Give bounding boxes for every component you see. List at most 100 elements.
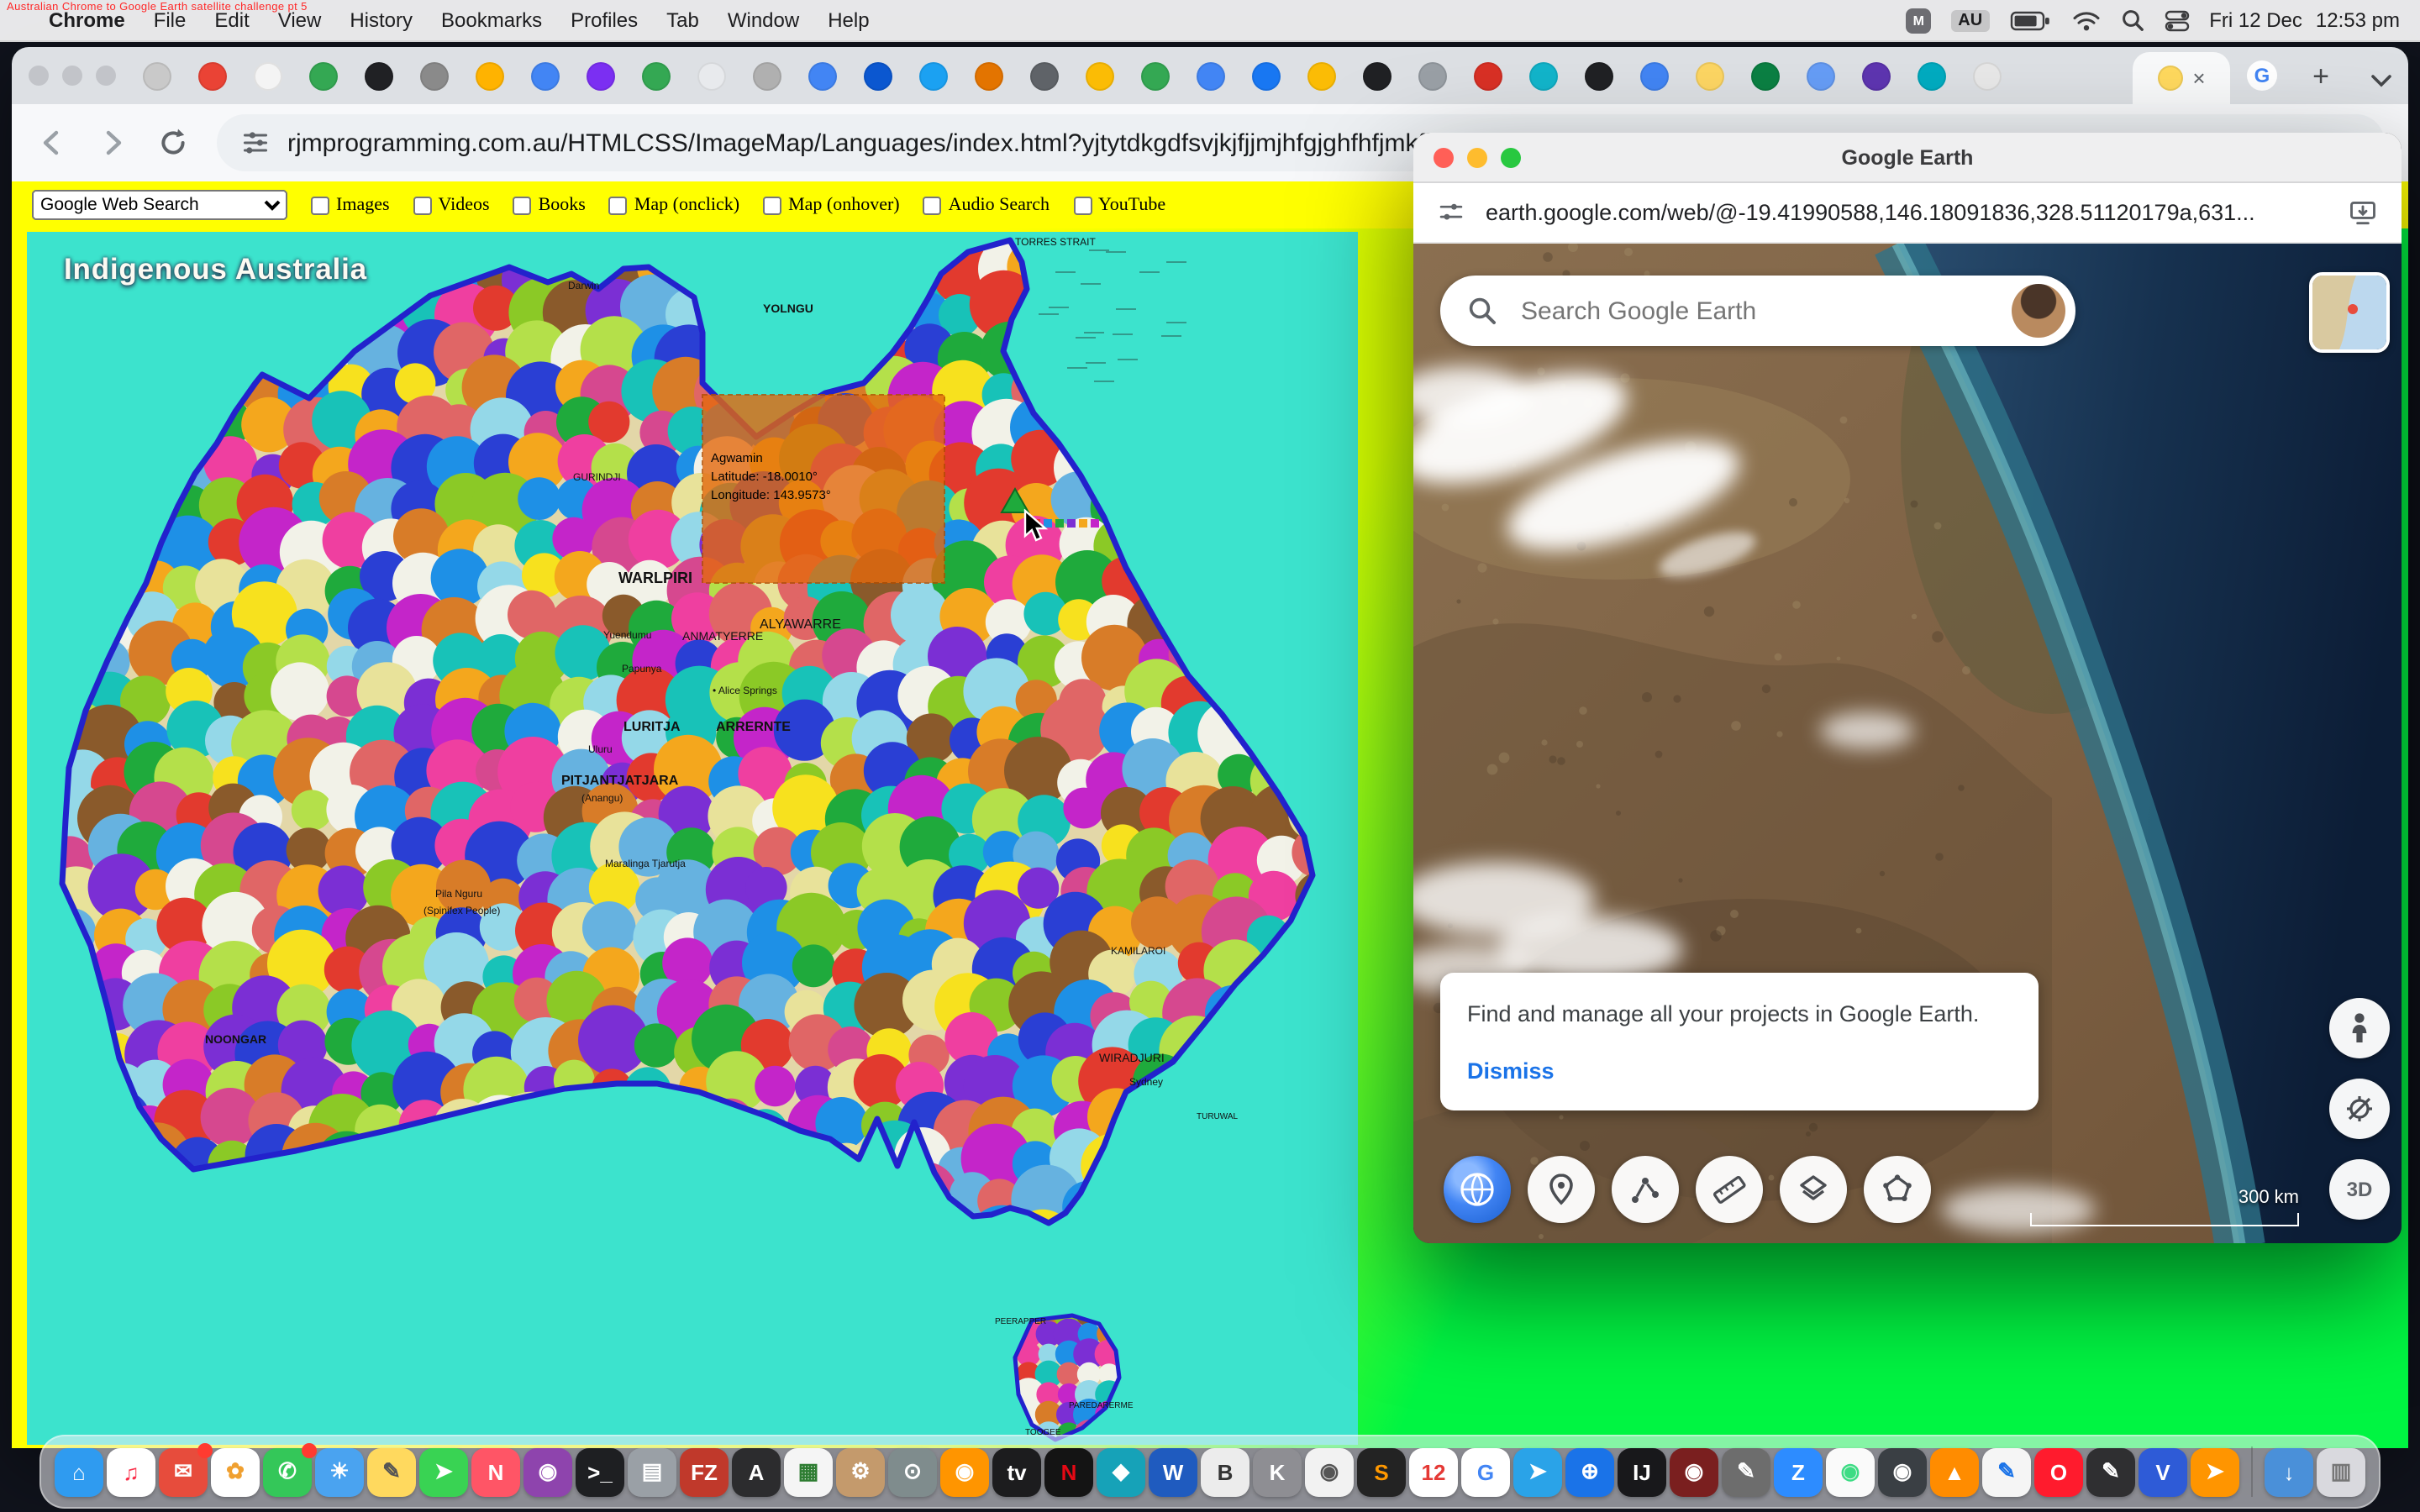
compass-location-button[interactable] bbox=[2329, 1079, 2390, 1139]
dock-bbedit[interactable]: B bbox=[1201, 1447, 1249, 1496]
dock-zoom[interactable]: Z bbox=[1774, 1447, 1823, 1496]
battery-icon[interactable] bbox=[2009, 9, 2051, 31]
checkbox[interactable] bbox=[923, 196, 942, 214]
dock-telegram[interactable]: ➤ bbox=[1513, 1447, 1562, 1496]
dock-music[interactable]: ♫ bbox=[107, 1447, 155, 1496]
pinned-google-tab[interactable]: G bbox=[2247, 60, 2277, 91]
dock-downloads[interactable]: ↓ bbox=[2265, 1447, 2313, 1496]
3d-toggle-button[interactable]: 3D bbox=[2329, 1159, 2390, 1220]
account-avatar[interactable] bbox=[2012, 284, 2065, 338]
zoom-window-button[interactable] bbox=[1501, 147, 1521, 167]
menu-history[interactable]: History bbox=[350, 8, 413, 32]
tab-16[interactable] bbox=[1030, 61, 1059, 90]
dock-maps[interactable]: ➤ bbox=[419, 1447, 468, 1496]
tab-13[interactable] bbox=[864, 61, 892, 90]
dock-pen[interactable]: ✎ bbox=[2086, 1447, 2135, 1496]
tab-31[interactable] bbox=[1862, 61, 1891, 90]
dock-podcasts[interactable]: ◉ bbox=[523, 1447, 572, 1496]
checkbox[interactable] bbox=[609, 196, 628, 214]
tab-23[interactable] bbox=[1418, 61, 1447, 90]
tab-0[interactable] bbox=[143, 61, 171, 90]
measure-icon[interactable] bbox=[1696, 1156, 1763, 1223]
dock-terminal[interactable]: >_ bbox=[576, 1447, 624, 1496]
earth-address-bar[interactable]: earth.google.com/web/@-19.41990588,146.1… bbox=[1413, 183, 2402, 244]
dock-obs[interactable]: ◉ bbox=[1670, 1447, 1718, 1496]
dock-photos[interactable]: ✿ bbox=[211, 1447, 260, 1496]
tab-30[interactable] bbox=[1807, 61, 1835, 90]
tab-4[interactable] bbox=[365, 61, 393, 90]
tab-32[interactable] bbox=[1918, 61, 1946, 90]
control-center-icon[interactable] bbox=[2164, 9, 2189, 31]
tab-25[interactable] bbox=[1529, 61, 1558, 90]
tab-18[interactable] bbox=[1141, 61, 1170, 90]
dock-opera[interactable]: O bbox=[2034, 1447, 2083, 1496]
polygon-tool-icon[interactable] bbox=[1864, 1156, 1931, 1223]
dock-chrome[interactable]: G bbox=[1461, 1447, 1510, 1496]
dock-weather[interactable]: ☀ bbox=[315, 1447, 364, 1496]
dock-vlc[interactable]: ▲ bbox=[1930, 1447, 1979, 1496]
menubar-clock[interactable]: Fri 12 Dec 12:53 pm bbox=[2209, 8, 2400, 32]
earth-search-bar[interactable] bbox=[1440, 276, 2075, 346]
minimize-window-button[interactable] bbox=[62, 66, 82, 86]
tab-33[interactable] bbox=[1973, 61, 2002, 90]
tab-17[interactable] bbox=[1086, 61, 1114, 90]
tab-5[interactable] bbox=[420, 61, 449, 90]
dock-libreoffice[interactable]: ✎ bbox=[1982, 1447, 2031, 1496]
tab-2[interactable] bbox=[254, 61, 282, 90]
australia-map-svg[interactable]: Agwamin Latitude: -18.0010° Longitude: 1… bbox=[27, 232, 1358, 1445]
add-path-icon[interactable] bbox=[1612, 1156, 1679, 1223]
checkbox[interactable] bbox=[413, 196, 432, 214]
tab-21[interactable] bbox=[1307, 61, 1336, 90]
zoom-window-button[interactable] bbox=[96, 66, 116, 86]
forward-button[interactable] bbox=[96, 126, 129, 160]
menubar-app-icon[interactable]: M bbox=[1906, 8, 1931, 33]
dock-sublime[interactable]: S bbox=[1357, 1447, 1406, 1496]
tab-10[interactable] bbox=[697, 61, 726, 90]
dock-numbers[interactable]: ▦ bbox=[784, 1447, 833, 1496]
tab-8[interactable] bbox=[587, 61, 615, 90]
option-map-onhover-[interactable]: Map (onhover) bbox=[763, 195, 900, 215]
search-type-select[interactable]: Google Web Search bbox=[32, 190, 287, 220]
add-placemark-icon[interactable] bbox=[1528, 1156, 1595, 1223]
earth-viewport[interactable]: Find and manage all your projects in Goo… bbox=[1413, 244, 2402, 1243]
option-youtube[interactable]: YouTube bbox=[1073, 195, 1165, 215]
dock-rocket[interactable]: ➤ bbox=[2191, 1447, 2239, 1496]
tab-11[interactable] bbox=[753, 61, 781, 90]
option-map-onclick-[interactable]: Map (onclick) bbox=[609, 195, 739, 215]
dock-google-earth[interactable]: ⊕ bbox=[1565, 1447, 1614, 1496]
spotlight-search-icon[interactable] bbox=[2120, 8, 2144, 32]
dock-filezilla[interactable]: FZ bbox=[680, 1447, 729, 1496]
layers-icon[interactable] bbox=[1780, 1156, 1847, 1223]
active-tab[interactable]: × bbox=[2133, 52, 2230, 104]
dock-photo-booth[interactable]: ◉ bbox=[1826, 1447, 1875, 1496]
tab-20[interactable] bbox=[1252, 61, 1281, 90]
dock-steam[interactable]: ◉ bbox=[1878, 1447, 1927, 1496]
option-books[interactable]: Books bbox=[513, 195, 586, 215]
minimize-window-button[interactable] bbox=[1467, 147, 1487, 167]
close-window-button[interactable] bbox=[29, 66, 49, 86]
checkbox[interactable] bbox=[513, 196, 532, 214]
dock-word[interactable]: W bbox=[1149, 1447, 1197, 1496]
tab-26[interactable] bbox=[1585, 61, 1613, 90]
dismiss-button[interactable]: Dismiss bbox=[1467, 1058, 2012, 1084]
dock-notes[interactable]: ✎ bbox=[367, 1447, 416, 1496]
install-app-icon[interactable] bbox=[2348, 197, 2378, 228]
dock-calendar[interactable]: 12 bbox=[1409, 1447, 1458, 1496]
dock-news[interactable]: N bbox=[471, 1447, 520, 1496]
tab-14[interactable] bbox=[919, 61, 948, 90]
dock-files[interactable]: ▤ bbox=[628, 1447, 676, 1496]
dock-trash[interactable]: ▥ bbox=[2317, 1447, 2365, 1496]
tab-19[interactable] bbox=[1197, 61, 1225, 90]
tab-7[interactable] bbox=[531, 61, 560, 90]
menu-help[interactable]: Help bbox=[828, 8, 869, 32]
dock-mail[interactable]: ✉ bbox=[159, 1447, 208, 1496]
dock-automator[interactable]: ⚙ bbox=[836, 1447, 885, 1496]
tab-1[interactable] bbox=[198, 61, 227, 90]
earth-globe-icon[interactable] bbox=[1444, 1156, 1511, 1223]
close-window-button[interactable] bbox=[1434, 147, 1454, 167]
menu-profiles[interactable]: Profiles bbox=[571, 8, 638, 32]
dock-virtualbox[interactable]: V bbox=[2139, 1447, 2187, 1496]
tab-close-icon[interactable]: × bbox=[2192, 67, 2205, 89]
wifi-icon[interactable] bbox=[2071, 9, 2100, 31]
dock-firefox[interactable]: ◉ bbox=[940, 1447, 989, 1496]
